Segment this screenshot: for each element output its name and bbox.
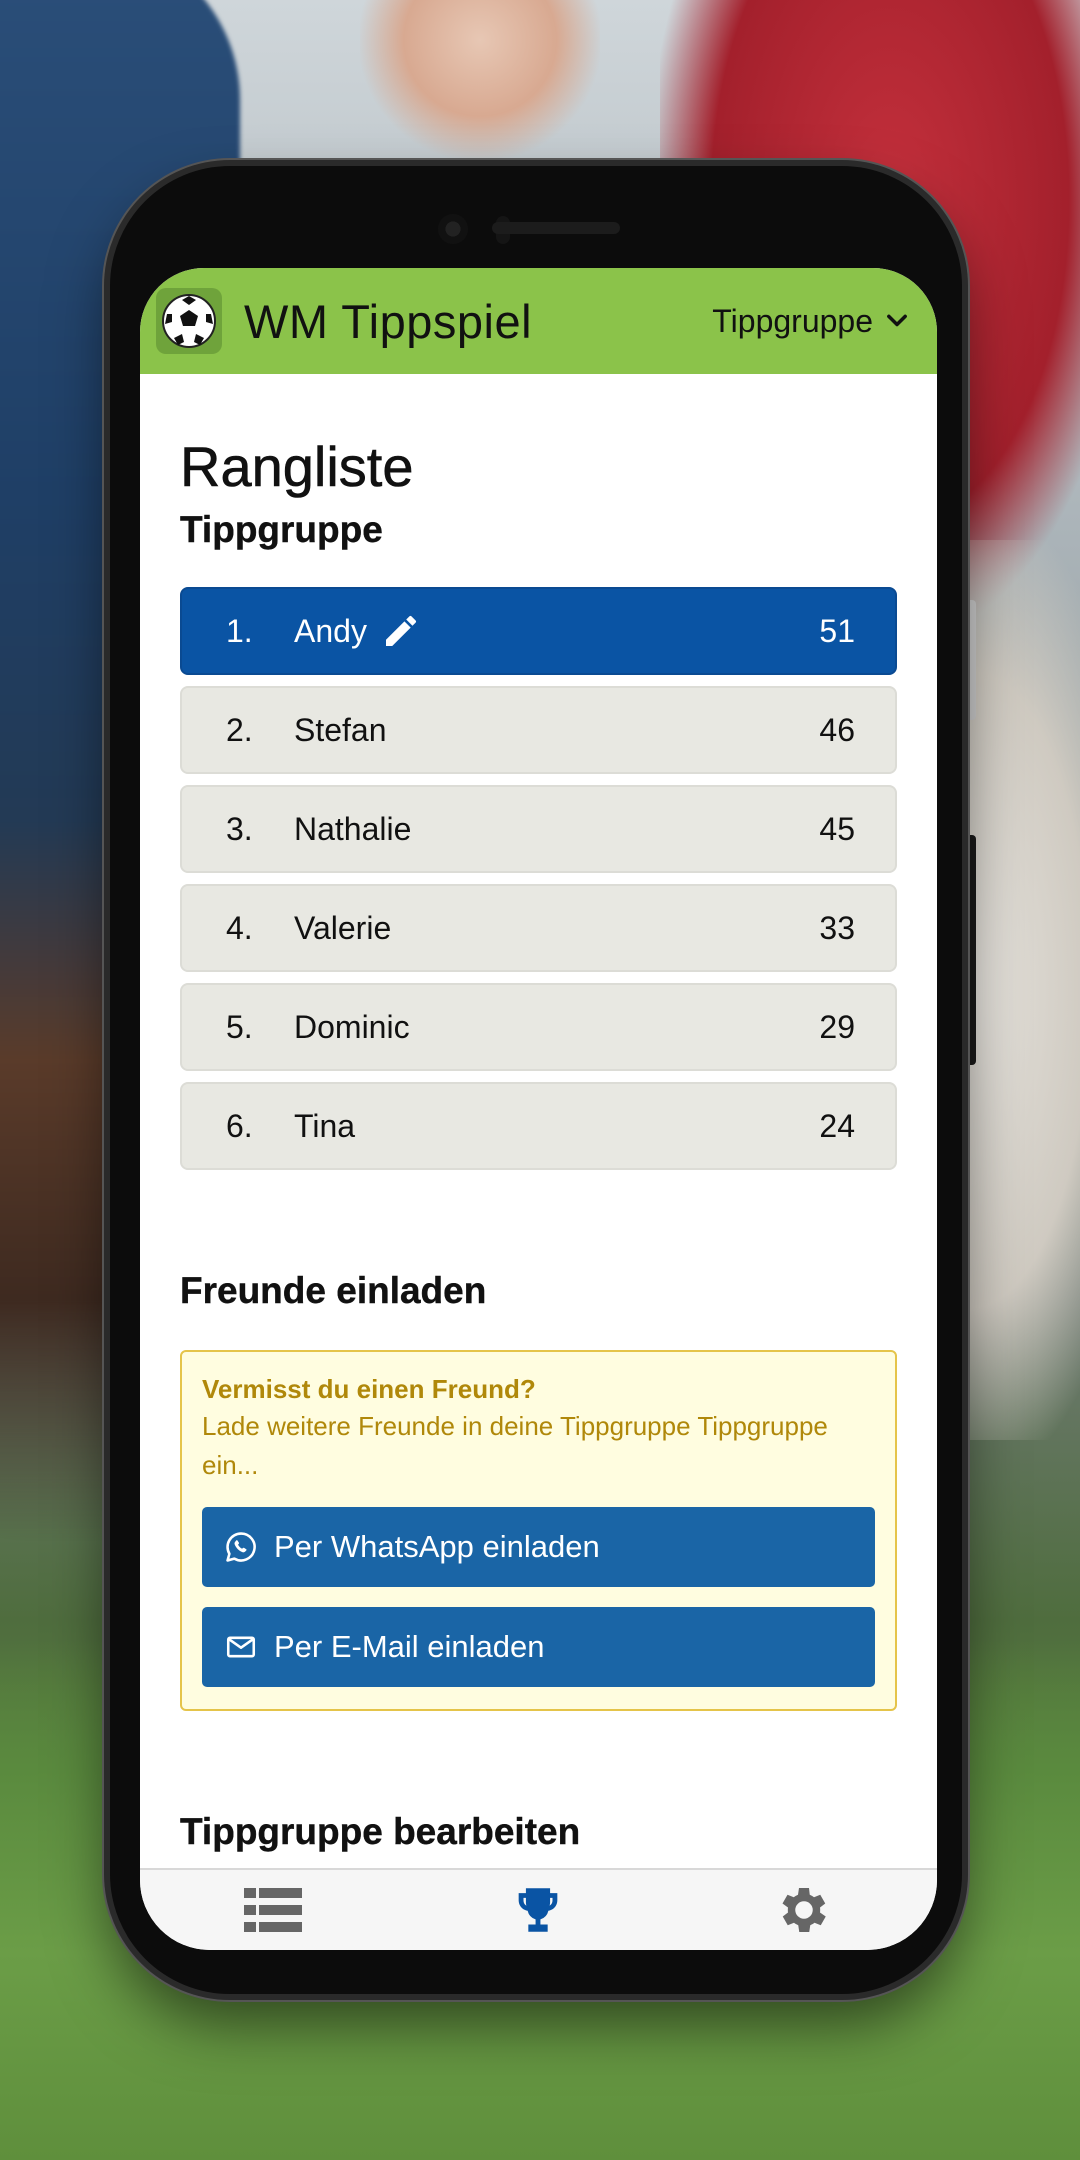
phone-power-button <box>966 600 976 720</box>
email-invite-label: Per E-Mail einladen <box>274 1629 545 1664</box>
invite-text: Lade weitere Freunde in deine Tippgruppe… <box>202 1411 828 1480</box>
rank-position: 4. <box>226 909 253 946</box>
gear-icon <box>782 1888 826 1932</box>
nav-tab-list[interactable] <box>213 1886 333 1934</box>
mail-icon <box>226 1636 256 1658</box>
bottom-navigation <box>140 1868 937 1950</box>
rank-player-name: Stefan <box>294 711 387 748</box>
nav-tab-settings[interactable] <box>744 1880 864 1940</box>
ranking-row[interactable]: 1. Andy 51 <box>180 587 897 675</box>
app-title: WM Tippspiel <box>244 294 533 348</box>
ranking-list: 1. Andy 51 2. Stefan 46 3. Nathalie 45 4… <box>180 587 897 1170</box>
earpiece <box>492 222 620 234</box>
rank-player-name: Tina <box>294 1107 356 1144</box>
nav-tab-ranking[interactable] <box>478 1881 598 1939</box>
edit-group-section-title: Tippgruppe bearbeiten <box>180 1811 581 1852</box>
ranking-row[interactable]: 4. Valerie 33 <box>180 884 897 972</box>
phone-screen: WM Tippspiel Tippgruppe Rangliste Tippgr… <box>140 268 937 1950</box>
rank-player-name: Nathalie <box>294 810 412 847</box>
rank-position: 1. <box>226 612 253 649</box>
page-title: Rangliste <box>180 435 414 499</box>
ranking-row[interactable]: 3. Nathalie 45 <box>180 785 897 873</box>
rank-points: 24 <box>819 1107 855 1144</box>
rank-position: 6. <box>226 1107 253 1144</box>
front-camera <box>438 214 468 244</box>
whatsapp-invite-button[interactable]: Per WhatsApp einladen <box>202 1507 875 1587</box>
group-selector[interactable]: Tippgruppe <box>712 303 921 340</box>
rank-position: 2. <box>226 711 253 748</box>
trophy-icon <box>519 1888 558 1932</box>
rank-position: 5. <box>226 1008 253 1045</box>
rank-points: 51 <box>819 612 855 649</box>
ranking-row[interactable]: 5. Dominic 29 <box>180 983 897 1071</box>
pencil-icon[interactable] <box>381 611 421 651</box>
invite-heading: Vermisst du einen Freund? <box>202 1374 536 1404</box>
list-icon <box>243 1888 302 1932</box>
page-subtitle: Tippgruppe <box>180 509 383 550</box>
ranking-row[interactable]: 6. Tina 24 <box>180 1082 897 1170</box>
email-invite-button[interactable]: Per E-Mail einladen <box>202 1607 875 1687</box>
app-bar: WM Tippspiel Tippgruppe <box>140 268 937 374</box>
rank-player-name: Dominic <box>294 1008 410 1045</box>
rank-points: 29 <box>819 1008 855 1045</box>
group-selector-label: Tippgruppe <box>712 302 873 339</box>
rank-player-name: Andy <box>294 612 367 649</box>
rank-points: 46 <box>819 711 855 748</box>
rank-points: 45 <box>819 810 855 847</box>
rank-player-name: Valerie <box>294 909 392 946</box>
rank-position: 3. <box>226 810 253 847</box>
invite-section-title: Freunde einladen <box>180 1270 487 1311</box>
whatsapp-invite-label: Per WhatsApp einladen <box>274 1529 600 1564</box>
ranking-row[interactable]: 2. Stefan 46 <box>180 686 897 774</box>
invite-box: Vermisst du einen Freund? Lade weitere F… <box>180 1350 897 1711</box>
phone-volume-button <box>966 835 976 1065</box>
whatsapp-icon <box>226 1532 256 1562</box>
soccer-ball-icon <box>156 288 222 354</box>
rank-points: 33 <box>819 909 855 946</box>
chevron-down-icon <box>887 314 907 327</box>
